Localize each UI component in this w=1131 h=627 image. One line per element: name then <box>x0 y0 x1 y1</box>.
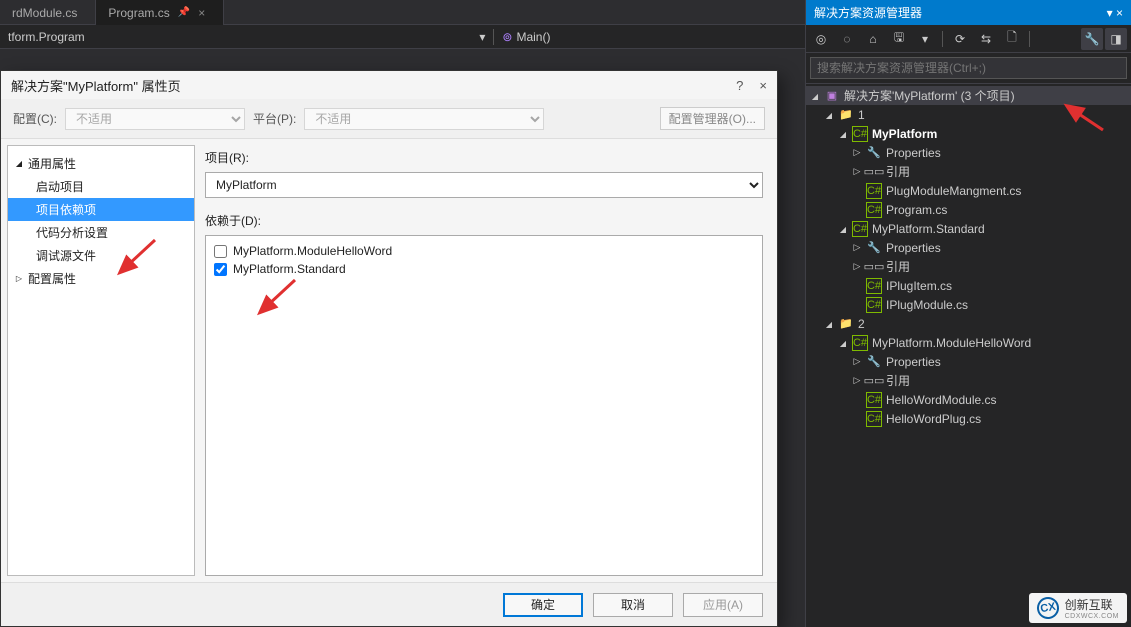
dialog-tree: ◢通用属性 启动项目 项目依赖项 代码分析设置 调试源文件 ▷配置属性 <box>7 145 195 576</box>
csproj-icon: C# <box>852 335 868 351</box>
dialog-title: 解决方案"MyPlatform" 属性页 <box>11 76 181 95</box>
reference-icon: ▭▭ <box>866 164 882 180</box>
tree-startup-project[interactable]: 启动项目 <box>8 175 194 198</box>
cancel-button[interactable]: 取消 <box>593 593 673 617</box>
cs-icon: C# <box>866 183 882 199</box>
tree-references[interactable]: ▭▭引用 <box>806 371 1131 390</box>
project-select[interactable]: MyPlatform <box>205 172 763 198</box>
collapse-icon[interactable]: ⇆ <box>975 28 997 50</box>
tab-rdmodule[interactable]: rdModule.cs <box>0 0 96 25</box>
dep-item-standard[interactable]: MyPlatform.Standard <box>212 260 756 278</box>
tree-file[interactable]: C#Program.cs <box>806 200 1131 219</box>
watermark: CX 创新互联 CDXWCX.COM <box>1029 593 1127 623</box>
csproj-icon: C# <box>852 221 868 237</box>
tree-code-analysis[interactable]: 代码分析设置 <box>8 221 194 244</box>
solution-tree: ▣解决方案'MyPlatform' (3 个项目) 📁1 C#MyPlatfor… <box>806 84 1131 627</box>
watermark-icon: CX <box>1035 595 1060 620</box>
tree-file[interactable]: C#IPlugModule.cs <box>806 295 1131 314</box>
project-helloword[interactable]: C#MyPlatform.ModuleHelloWord <box>806 333 1131 352</box>
dep-checkbox[interactable] <box>214 245 227 258</box>
folder-2[interactable]: 📁2 <box>806 314 1131 333</box>
dialog-buttons: 确定 取消 应用(A) <box>1 582 777 626</box>
platform-select[interactable]: 不适用 <box>304 108 544 130</box>
save-icon[interactable]: 🖫 <box>888 28 910 50</box>
cs-icon: C# <box>866 411 882 427</box>
csproj-icon: C# <box>852 126 868 142</box>
close-icon[interactable]: × <box>759 78 767 93</box>
preview-icon[interactable]: ◨ <box>1105 28 1127 50</box>
project-label: 项目(R): <box>205 149 763 166</box>
ok-button[interactable]: 确定 <box>503 593 583 617</box>
folder-icon: 📁 <box>838 316 854 332</box>
reference-icon: ▭▭ <box>866 373 882 389</box>
config-manager-button[interactable]: 配置管理器(O)... <box>660 107 765 130</box>
forward-icon[interactable]: ◌ <box>836 28 858 50</box>
tree-common-properties[interactable]: ◢通用属性 <box>8 152 194 175</box>
dialog-content: 项目(R): MyPlatform 依赖于(D): MyPlatform.Mod… <box>201 139 777 582</box>
dialog-titlebar: 解决方案"MyPlatform" 属性页 ? × <box>1 71 777 99</box>
tree-references[interactable]: ▭▭引用 <box>806 162 1131 181</box>
tree-properties[interactable]: 🔧Properties <box>806 143 1131 162</box>
apply-button[interactable]: 应用(A) <box>683 593 763 617</box>
refresh-icon[interactable]: ⟳ <box>949 28 971 50</box>
tree-references[interactable]: ▭▭引用 <box>806 257 1131 276</box>
panel-search <box>806 53 1131 84</box>
breadcrumb-left[interactable]: tform.Program▾ <box>8 30 485 44</box>
cs-icon: C# <box>866 202 882 218</box>
tree-properties[interactable]: 🔧Properties <box>806 238 1131 257</box>
reference-icon: ▭▭ <box>866 259 882 275</box>
dep-checkbox[interactable] <box>214 263 227 276</box>
cs-icon: C# <box>866 297 882 313</box>
config-select[interactable]: 不适用 <box>65 108 245 130</box>
tree-properties[interactable]: 🔧Properties <box>806 352 1131 371</box>
dropdown-icon[interactable]: ▾ <box>914 28 936 50</box>
solution-node[interactable]: ▣解决方案'MyPlatform' (3 个项目) <box>806 86 1131 105</box>
wrench-icon: 🔧 <box>866 354 882 370</box>
panel-pin-icon[interactable]: ▾ × <box>1107 6 1123 20</box>
cs-icon: C# <box>866 392 882 408</box>
help-icon[interactable]: ? <box>736 78 743 93</box>
close-icon[interactable]: × <box>198 6 205 20</box>
depends-label: 依赖于(D): <box>205 212 763 229</box>
show-all-icon[interactable]: 🗋 <box>1001 28 1023 50</box>
folder-1[interactable]: 📁1 <box>806 105 1131 124</box>
platform-label: 平台(P): <box>253 110 296 127</box>
pin-icon[interactable]: 📌 <box>178 7 190 18</box>
solution-icon: ▣ <box>824 88 840 104</box>
panel-title: 解决方案资源管理器 ▾ × <box>806 0 1131 25</box>
tree-file[interactable]: C#PlugModuleMangment.cs <box>806 181 1131 200</box>
panel-toolbar: ◎ ◌ ⌂ 🖫 ▾ ⟳ ⇆ 🗋 🔧 ◨ <box>806 25 1131 53</box>
home-icon[interactable]: ⌂ <box>862 28 884 50</box>
tree-file[interactable]: C#HelloWordPlug.cs <box>806 409 1131 428</box>
properties-icon[interactable]: 🔧 <box>1081 28 1103 50</box>
config-label: 配置(C): <box>13 110 57 127</box>
tree-config-properties[interactable]: ▷配置属性 <box>8 267 194 290</box>
dependencies-list: MyPlatform.ModuleHelloWord MyPlatform.St… <box>205 235 763 576</box>
back-icon[interactable]: ◎ <box>810 28 832 50</box>
solution-explorer: 解决方案资源管理器 ▾ × ◎ ◌ ⌂ 🖫 ▾ ⟳ ⇆ 🗋 🔧 ◨ ▣解决方案'… <box>805 0 1131 627</box>
project-standard[interactable]: C#MyPlatform.Standard <box>806 219 1131 238</box>
tree-project-dependencies[interactable]: 项目依赖项 <box>8 198 194 221</box>
tree-debug-source[interactable]: 调试源文件 <box>8 244 194 267</box>
tree-file[interactable]: C#HelloWordModule.cs <box>806 390 1131 409</box>
tab-program[interactable]: Program.cs 📌 × <box>96 0 224 25</box>
tree-file[interactable]: C#IPlugItem.cs <box>806 276 1131 295</box>
wrench-icon: 🔧 <box>866 240 882 256</box>
property-pages-dialog: 解决方案"MyPlatform" 属性页 ? × 配置(C): 不适用 平台(P… <box>0 70 778 627</box>
project-myplatform[interactable]: C#MyPlatform <box>806 124 1131 143</box>
wrench-icon: 🔧 <box>866 145 882 161</box>
cs-icon: C# <box>866 278 882 294</box>
config-bar: 配置(C): 不适用 平台(P): 不适用 配置管理器(O)... <box>1 99 777 138</box>
folder-icon: 📁 <box>838 107 854 123</box>
search-input[interactable] <box>810 57 1127 79</box>
dep-item-helloword[interactable]: MyPlatform.ModuleHelloWord <box>212 242 756 260</box>
